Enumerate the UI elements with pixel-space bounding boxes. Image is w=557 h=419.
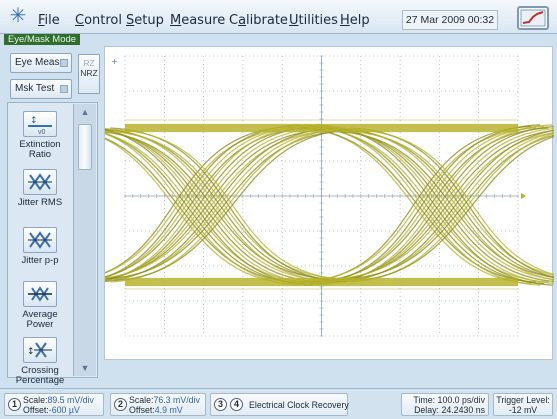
ch1-scale-value: 89.5 mV/div	[47, 395, 94, 405]
eye-trace	[312, 127, 549, 283]
jitter-pp-label: Jitter p-p	[21, 255, 59, 266]
jitter-rms-label: Jitter RMS	[17, 197, 63, 208]
channel-2-status[interactable]: 2 Scale:76.3 mV/div Offset:4.9 mV	[110, 393, 206, 416]
channel-3-icon: 3	[214, 398, 227, 411]
eye-trace	[105, 131, 330, 280]
ch2-offset-value: 4.9 mV	[154, 405, 183, 415]
trigger-level-value: -12 mV	[508, 405, 538, 415]
eye-trace	[308, 125, 545, 285]
eye-meas-button[interactable]: Eye Meas	[10, 53, 72, 73]
indicator-icon	[60, 59, 68, 67]
agilent-logo-icon: ✳	[9, 5, 27, 27]
trigger-status[interactable]: Trigger Level: -12 mV	[493, 393, 553, 416]
eye-trace	[329, 128, 554, 280]
channel-1-status[interactable]: 1 Scale:89.5 mV/div Offset:-600 µV	[4, 393, 104, 416]
extinction-ratio-label: Extinction Ratio	[19, 139, 61, 160]
average-power-label: Average Power	[22, 309, 58, 330]
channel-3-4-status[interactable]: 3 4 Electrical Clock Recovery	[210, 393, 349, 416]
eye-trace	[105, 125, 305, 278]
extinction-ratio-button[interactable]: ↕ v0 Extinction Ratio	[12, 111, 68, 160]
eye-trace	[329, 130, 554, 282]
time-label: Time:	[413, 395, 436, 405]
oscilloscope-button[interactable]	[517, 6, 549, 30]
scroll-down-icon[interactable]: ▼	[76, 362, 94, 374]
top-marker: +	[111, 57, 118, 66]
date-time-display: 27 Mar 2009 00:32	[402, 10, 498, 30]
menu-calibrate[interactable]: Calibrate	[229, 13, 288, 28]
trigger-level-label: Trigger Level:	[496, 395, 550, 405]
scroll-up-icon[interactable]: ▲	[76, 106, 94, 118]
mask-test-label: Msk Test	[15, 83, 55, 94]
svg-text:v0: v0	[38, 129, 46, 136]
delay-label: Delay:	[414, 405, 439, 415]
jitter-pp-button[interactable]: Jitter p-p	[12, 227, 68, 266]
offset-label: Offset:	[129, 405, 155, 415]
menu-control[interactable]: Control	[75, 13, 122, 28]
menu-help[interactable]: Help	[340, 13, 370, 28]
menu-utilities[interactable]: Utilities	[289, 13, 338, 28]
timebase-status[interactable]: Time: 100.0 ps/div Delay: 24.2430 ns	[401, 393, 489, 416]
jitter-rms-icon	[23, 169, 57, 195]
scroll-thumb[interactable]	[78, 124, 92, 170]
status-bar: 1 Scale:89.5 mV/div Offset:-600 µV 2 Sca…	[0, 388, 557, 419]
average-power-button[interactable]: Average Power	[12, 281, 68, 330]
waveform-icon	[520, 9, 546, 27]
scale-label: Scale:	[129, 395, 154, 405]
channel-4-icon: 4	[230, 398, 243, 411]
eye-traces	[105, 123, 554, 287]
channel-level-marker-icon	[521, 193, 526, 199]
rz-nrz-toggle[interactable]: RZ NRZ	[78, 54, 100, 94]
svg-text:↕: ↕	[30, 116, 38, 126]
extinction-ratio-icon: ↕ v0	[23, 111, 57, 137]
ch2-scale-value: 76.3 mV/div	[153, 395, 200, 405]
eye-trace	[105, 137, 296, 283]
mode-label: Eye/Mask Mode	[4, 34, 80, 45]
jitter-rms-button[interactable]: Jitter RMS	[12, 169, 68, 208]
eye-meas-label: Eye Meas	[15, 57, 60, 68]
eye-trace	[105, 130, 330, 279]
crossing-percentage-button[interactable]: ↕ Crossing Percentage	[12, 337, 68, 386]
ch1-offset-value: -600 µV	[48, 405, 80, 415]
channel-1-icon: 1	[8, 398, 21, 411]
delay-value: 24.2430 ns	[441, 405, 485, 415]
menu-measure[interactable]: Measure	[170, 13, 225, 28]
eye-trace	[303, 124, 541, 286]
clock-recovery-label: Electrical Clock Recovery	[249, 400, 349, 410]
eye-trace	[105, 127, 296, 274]
offset-label: Offset:	[23, 405, 49, 415]
menu-setup[interactable]: Setup	[126, 13, 164, 28]
channel-2-icon: 2	[114, 398, 127, 411]
eye-diagram-graticule: +	[105, 55, 554, 337]
measurement-scrollbar[interactable]: ▲ ▼	[73, 104, 96, 376]
crossing-percentage-icon: ↕	[23, 337, 57, 363]
mask-test-button[interactable]: Msk Test	[10, 79, 72, 99]
indicator-icon	[60, 85, 68, 93]
waveform-display[interactable]: +	[104, 46, 554, 360]
eye-trace	[105, 132, 305, 285]
jitter-pp-icon	[23, 227, 57, 253]
crossing-percentage-label: Crossing Percentage	[15, 365, 65, 386]
scale-label: Scale:	[23, 395, 48, 405]
svg-text:↕: ↕	[27, 347, 35, 357]
menu-bar: ✳ File Control Setup Measure Calibrate U…	[0, 0, 557, 34]
time-value: 100.0 ps/div	[437, 395, 485, 405]
rz-label: RZ	[83, 58, 95, 68]
average-power-icon	[23, 281, 57, 307]
nrz-label: NRZ	[80, 68, 98, 78]
eye-trace	[295, 125, 532, 285]
menu-file[interactable]: File	[38, 13, 60, 28]
